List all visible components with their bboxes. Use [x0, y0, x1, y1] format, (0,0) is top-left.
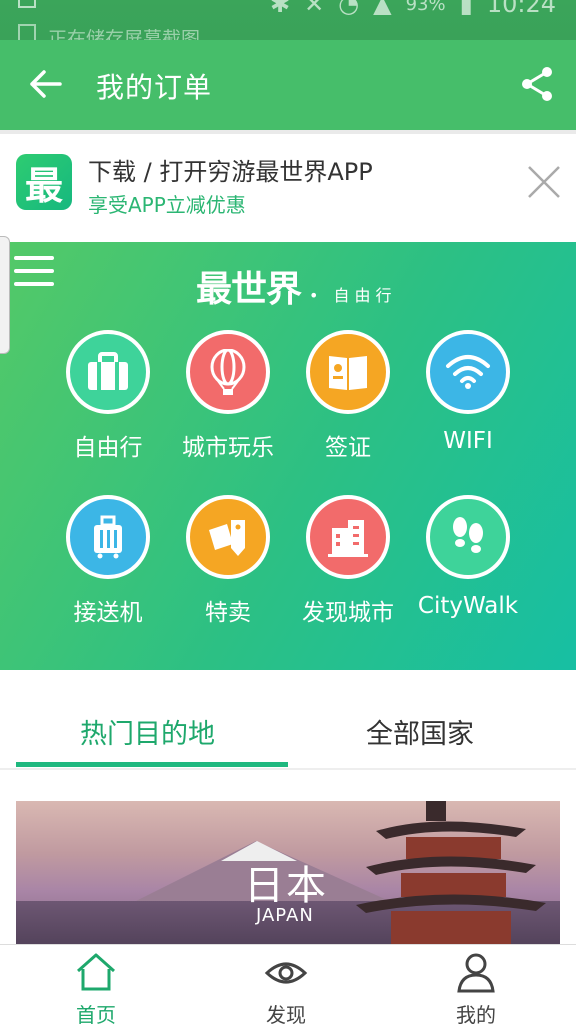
menu-icon[interactable] [14, 256, 54, 290]
clock-text: 10:24 [486, 0, 556, 18]
footprints-icon [453, 517, 483, 553]
category-item-airport-transfer[interactable]: 接送机 [38, 495, 178, 627]
building-icon [328, 520, 368, 557]
category-label: 签证 [325, 435, 371, 461]
brand-name: 最世界 [196, 269, 302, 310]
category-label: 自由行 [73, 435, 143, 461]
tag-icon [209, 520, 245, 556]
banner-title[interactable]: 下载 / 打开穷游最世界APP [88, 152, 373, 187]
bottom-navigation: 首页 发现 我的 [0, 944, 576, 1027]
app-bar: 我的订单 [0, 40, 576, 130]
category-item-special-sale[interactable]: 特卖 [158, 495, 298, 627]
category-label: 发现城市 [302, 600, 394, 626]
nav-item-mine[interactable]: 我的 [416, 945, 536, 1027]
side-drawer-handle[interactable] [0, 236, 10, 354]
balloon-icon [210, 349, 246, 395]
battery-text: 93% [405, 0, 446, 15]
share-icon[interactable] [520, 66, 554, 102]
back-arrow-icon[interactable] [26, 64, 66, 104]
status-right: ✱ ✕ ◔ ▲ 93% ▮ 10:24 [270, 0, 556, 18]
mute-icon: ✕ [304, 0, 325, 18]
category-item-discover-city[interactable]: 发现城市 [278, 495, 418, 627]
home-icon [77, 953, 115, 991]
tab-all-countries[interactable]: 全部国家 [366, 712, 474, 751]
category-item-free-travel[interactable]: 自由行 [38, 330, 178, 462]
wifi-icon [446, 355, 490, 389]
category-circle [426, 330, 510, 414]
category-circle [306, 495, 390, 579]
category-circle [426, 495, 510, 579]
nav-item-home[interactable]: 首页 [36, 945, 156, 1027]
category-item-wifi[interactable]: WIFI [398, 330, 538, 454]
category-label: 特卖 [205, 600, 251, 626]
status-bar: 正在储存屏幕截图 ✱ ✕ ◔ ▲ 93% ▮ 10:24 [0, 0, 576, 50]
category-circle [66, 330, 150, 414]
category-circle [66, 495, 150, 579]
hero-section: 最世界 • 自由行 自由行 城市玩乐 签证 WIFI 接送机 特卖 发现城市 C… [0, 236, 576, 670]
tab-hot-destinations[interactable]: 热门目的地 [80, 712, 215, 751]
category-item-visa[interactable]: 签证 [278, 330, 418, 462]
nav-item-discover[interactable]: 发现 [226, 945, 346, 1027]
eye-icon [264, 962, 308, 984]
app-logo: 最 [16, 154, 72, 210]
category-label: CityWalk [417, 593, 519, 619]
user-icon [457, 953, 495, 993]
category-label: 城市玩乐 [182, 435, 274, 461]
banner-subtitle: 享受APP立减优惠 [88, 193, 246, 217]
category-circle [186, 330, 270, 414]
download-banner[interactable]: 最 下载 / 打开穷游最世界APP 享受APP立减优惠 [0, 130, 576, 242]
category-label: WIFI [443, 428, 493, 454]
category-circle [186, 495, 270, 579]
signal-icon: ▲ [373, 0, 392, 18]
screenshot-notification-icon [18, 0, 36, 8]
category-label: 接送机 [73, 600, 143, 626]
luggage-icon [94, 515, 122, 559]
category-item-citywalk[interactable]: CityWalk [398, 495, 538, 619]
category-item-city-fun[interactable]: 城市玩乐 [158, 330, 298, 462]
destination-tabs: 热门目的地 全部国家 [0, 696, 576, 770]
destination-name: 日本 [244, 863, 328, 909]
brand-sub: • 自由行 [309, 286, 397, 305]
status-left [18, 0, 36, 8]
suitcase-icon [88, 352, 128, 390]
category-circle [306, 330, 390, 414]
bluetooth-icon: ✱ [269, 0, 291, 18]
alarm-icon: ◔ [338, 0, 360, 18]
destination-name-en: JAPAN [256, 905, 314, 926]
active-tab-indicator [16, 762, 288, 767]
brand-logo: 最世界 • 自由行 [196, 260, 397, 312]
pagoda-image [356, 801, 546, 951]
close-icon[interactable] [526, 164, 562, 200]
battery-icon: ▮ [459, 0, 473, 18]
destination-card-japan[interactable]: 日本 JAPAN [16, 801, 560, 951]
passport-icon [329, 356, 367, 390]
page-title: 我的订单 [96, 71, 213, 104]
